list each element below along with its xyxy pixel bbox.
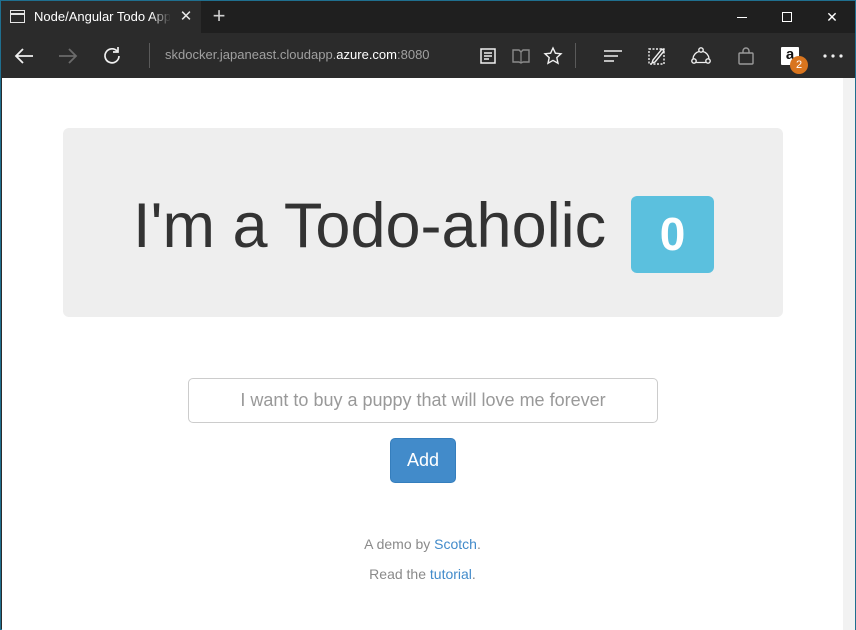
shopping-bag-icon[interactable]: [732, 33, 760, 78]
page-title: I'm a Todo-aholic: [133, 191, 607, 261]
web-note-icon[interactable]: [643, 33, 671, 78]
browser-window: Node/Angular Todo App ✕ + ✕ skdocker.jap…: [0, 0, 856, 630]
back-arrow-icon[interactable]: [9, 33, 39, 78]
todo-count-badge: 0: [631, 196, 714, 273]
close-tab-icon[interactable]: ✕: [177, 8, 195, 26]
more-icon[interactable]: [819, 33, 847, 78]
footer-read-line: Read the tutorial.: [2, 566, 843, 582]
page-icon: [10, 10, 25, 23]
tab-active[interactable]: Node/Angular Todo App ✕: [1, 1, 201, 33]
address-bar[interactable]: skdocker.japaneast.cloudapp.azure.com:80…: [165, 47, 430, 65]
share-icon[interactable]: [687, 33, 715, 78]
tutorial-link[interactable]: tutorial: [430, 566, 472, 582]
address-toolbar: skdocker.japaneast.cloudapp.azure.com:80…: [1, 33, 855, 78]
toolbar-divider: [149, 43, 150, 68]
minimize-icon: [737, 17, 747, 18]
vertical-scrollbar[interactable]: [843, 78, 855, 630]
new-tab-icon[interactable]: +: [208, 5, 230, 29]
toolbar-divider-2: [575, 43, 576, 68]
refresh-icon[interactable]: [97, 33, 127, 78]
maximize-button[interactable]: [764, 1, 810, 33]
tab-title: Node/Angular Todo App: [34, 9, 170, 24]
tab-strip: Node/Angular Todo App ✕ + ✕: [1, 1, 855, 33]
close-window-button[interactable]: ✕: [809, 1, 855, 33]
hub-icon[interactable]: [599, 33, 627, 78]
reading-list-icon[interactable]: [507, 33, 535, 78]
todo-input[interactable]: I want to buy a puppy that will love me …: [188, 378, 658, 423]
footer-read-suffix: .: [471, 566, 476, 582]
amazon-badge-count: 2: [790, 56, 808, 74]
minimize-button[interactable]: [719, 1, 765, 33]
scotch-link[interactable]: Scotch: [434, 536, 477, 552]
maximize-icon: [782, 12, 792, 22]
footer-demo-line: A demo by Scotch.: [2, 536, 843, 552]
page-viewport: I'm a Todo-aholic 0 I want to buy a pupp…: [2, 78, 855, 630]
footer-demo-suffix: .: [476, 536, 481, 552]
forward-arrow-icon[interactable]: [53, 33, 83, 78]
reading-view-icon[interactable]: [474, 33, 502, 78]
jumbotron: I'm a Todo-aholic 0: [63, 128, 783, 317]
url-prefix: skdocker.japaneast.cloudapp.: [165, 47, 337, 62]
footer-read-prefix: Read the: [369, 566, 430, 582]
url-domain: azure.com: [336, 47, 397, 62]
footer-demo-prefix: A demo by: [364, 536, 435, 552]
tab-title-fade: [151, 5, 171, 29]
add-button[interactable]: Add: [390, 438, 456, 483]
favorite-star-icon[interactable]: [539, 33, 567, 78]
url-suffix: :8080: [397, 47, 430, 62]
